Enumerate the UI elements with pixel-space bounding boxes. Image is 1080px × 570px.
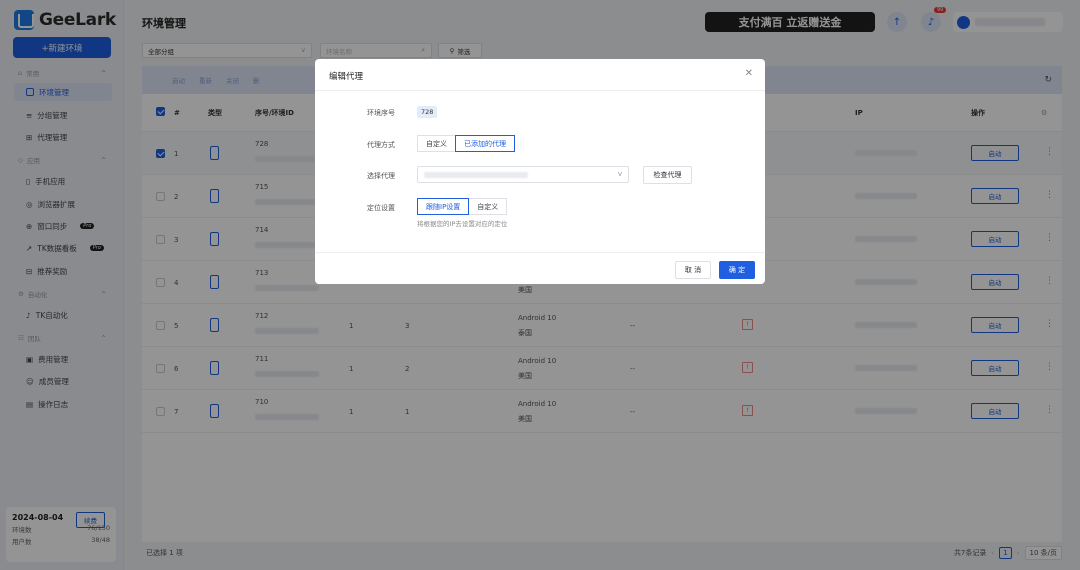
chevron-down-icon: v bbox=[617, 170, 622, 178]
dialog-title: 编辑代理 bbox=[329, 72, 364, 82]
proxy-mode-custom[interactable]: 自定义 bbox=[417, 135, 456, 152]
cancel-button[interactable]: 取 消 bbox=[675, 261, 711, 279]
proxy-select[interactable]: v bbox=[417, 166, 629, 183]
close-icon[interactable]: ✕ bbox=[745, 68, 753, 79]
proxy-mode-label: 代理方式 bbox=[367, 141, 395, 149]
divider bbox=[315, 90, 765, 91]
proxy-value-redacted bbox=[424, 172, 528, 178]
location-hint: 将根据您的IP去设置对应的定位 bbox=[417, 220, 508, 228]
edit-proxy-dialog: 编辑代理 ✕ 环境序号 728 代理方式 自定义 已添加的代理 选择代理 v 检… bbox=[315, 59, 765, 284]
proxy-mode-toggle: 自定义 已添加的代理 bbox=[417, 135, 515, 152]
location-toggle: 跟随IP设置 自定义 bbox=[417, 198, 508, 215]
select-proxy-label: 选择代理 bbox=[367, 172, 395, 180]
check-proxy-button[interactable]: 检查代理 bbox=[643, 166, 692, 184]
env-serial-value: 728 bbox=[417, 106, 438, 118]
proxy-mode-added[interactable]: 已添加的代理 bbox=[455, 135, 515, 152]
location-follow-ip[interactable]: 跟随IP设置 bbox=[417, 198, 470, 215]
divider bbox=[315, 252, 765, 253]
location-label: 定位设置 bbox=[367, 204, 395, 212]
location-custom[interactable]: 自定义 bbox=[468, 198, 508, 215]
confirm-button[interactable]: 确 定 bbox=[719, 261, 755, 279]
env-serial-label: 环境序号 bbox=[367, 109, 395, 117]
